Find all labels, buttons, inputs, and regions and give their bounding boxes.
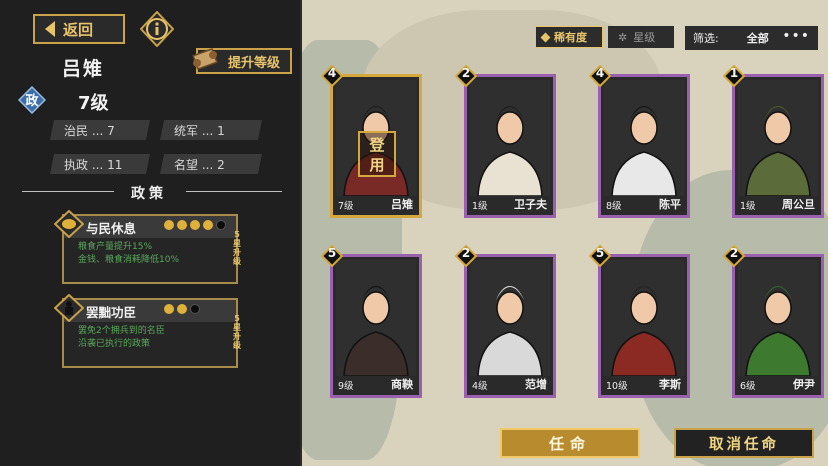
- rarity-value: 5: [595, 246, 605, 260]
- hero-card-level: 1级: [740, 201, 756, 212]
- hero-card[interactable]: 1 1级 周公旦: [723, 65, 824, 218]
- rarity-value: 5: [327, 246, 337, 260]
- hero-detail-panel: 返回 提升等级 吕雉 政 7级 治民 ... 7 统军 ... 1 执政 ...…: [0, 0, 302, 466]
- stat-administration: 执政 ... 11: [50, 154, 150, 174]
- policy-star-upgrade-label: 5星升级: [233, 314, 241, 350]
- rarity-value: 2: [461, 66, 471, 80]
- hero-card[interactable]: 4 8级 陈平: [589, 65, 690, 218]
- stat-military: 统军 ... 1: [160, 120, 262, 140]
- hero-card[interactable]: 2 4级 范增: [455, 245, 556, 398]
- back-button[interactable]: 返回: [33, 14, 125, 44]
- rarity-value: 1: [729, 66, 739, 80]
- dismiss-button[interactable]: 取消任命: [674, 428, 814, 458]
- hero-card-level: 8级: [606, 201, 622, 212]
- policy-desc-line: 金钱、粮食消耗降低10%: [78, 255, 180, 265]
- hero-card-name: 李斯: [659, 378, 681, 391]
- figure-icon: [54, 294, 84, 322]
- policy-card-1[interactable]: 与民休息 粮食产量提升15% 金钱、粮食消耗降低10%: [54, 210, 238, 284]
- back-label: 返回: [63, 20, 94, 39]
- stat-prestige: 名望 ... 2: [160, 154, 262, 174]
- level-dot-empty: [190, 304, 200, 314]
- hero-card[interactable]: 2 1级 卫子夫: [455, 65, 556, 218]
- hero-card-name: 范增: [525, 378, 547, 391]
- level-dot-filled: [164, 304, 174, 314]
- tab-star-level[interactable]: ✲ 星级: [608, 26, 674, 48]
- hero-card-name: 商鞅: [391, 378, 413, 391]
- policy-name: 罢黜功臣: [86, 304, 137, 320]
- star-icon: ✲: [618, 30, 628, 44]
- divider-right: [186, 191, 282, 192]
- filter-value: 全部: [746, 32, 769, 45]
- level-dot-filled: [177, 304, 187, 314]
- policy-desc-line: 罢免2个拥兵到的名臣: [78, 326, 165, 336]
- hero-card-name: 陈平: [659, 198, 681, 211]
- in-use-stamp: 登用: [358, 131, 396, 177]
- tab-rarity-label: 稀有度: [554, 31, 587, 44]
- appoint-button[interactable]: 任命: [500, 428, 640, 458]
- in-use-label: 登用: [369, 136, 385, 174]
- hero-card-level: 4级: [472, 381, 488, 392]
- rarity-value: 4: [327, 66, 337, 80]
- hero-level: 7级: [78, 93, 109, 114]
- filter-label: 筛选:: [693, 32, 719, 45]
- hero-name: 吕雉: [62, 58, 105, 80]
- hero-card-name: 周公旦: [782, 198, 815, 211]
- hero-card-name: 卫子夫: [514, 198, 547, 211]
- hero-card[interactable]: 4 7级 吕雉 登用: [321, 65, 422, 218]
- tab-rarity[interactable]: 稀有度: [535, 26, 603, 48]
- policy-card-2[interactable]: 罢黜功臣 罢免2个拥兵到的名臣 沿袭已执行的政策: [54, 294, 238, 368]
- policy-name: 与民休息: [86, 220, 137, 236]
- rarity-value: 2: [461, 246, 471, 260]
- upgrade-label: 提升等级: [228, 55, 281, 71]
- level-dot-filled: [177, 220, 187, 230]
- diamond-icon: [540, 32, 551, 42]
- hero-portrait: [604, 80, 684, 196]
- level-dot-filled: [164, 220, 174, 230]
- policy-level-dots: [164, 220, 226, 230]
- policy-desc-line: 沿袭已执行的政策: [78, 339, 151, 349]
- back-arrow-icon: [45, 21, 55, 37]
- hero-card-name: 伊尹: [793, 378, 815, 391]
- gov-badge-label: 政: [25, 94, 39, 109]
- hero-card-level: 1级: [472, 201, 488, 212]
- policy-desc-line: 粮食产量提升15%: [78, 242, 153, 252]
- more-options-icon[interactable]: •••: [782, 28, 810, 44]
- policy-star-upgrade-label: 5星升级: [233, 230, 241, 266]
- leaf-icon: [54, 210, 84, 238]
- hero-portrait: [470, 260, 550, 376]
- hero-card-name: 吕雉: [391, 198, 413, 211]
- level-dot-empty: [216, 220, 226, 230]
- scroll-icon: [192, 48, 218, 70]
- rarity-value: 4: [595, 66, 605, 80]
- hero-card[interactable]: 5 9级 商鞅: [321, 245, 422, 398]
- hero-card[interactable]: 2 6级 伊尹: [723, 245, 824, 398]
- policies-title: 政策: [131, 186, 167, 202]
- hero-portrait: [336, 260, 416, 376]
- divider-left: [22, 191, 114, 192]
- hero-card-level: 10级: [606, 381, 628, 392]
- hero-card-level: 7级: [338, 201, 354, 212]
- hero-portrait: [738, 260, 818, 376]
- tab-star-label: 星级: [633, 31, 656, 44]
- info-icon[interactable]: [140, 11, 174, 47]
- filter-dropdown[interactable]: 筛选: 全部 •••: [685, 26, 818, 50]
- hero-card-level: 9级: [338, 381, 354, 392]
- hero-card[interactable]: 5 10级 李斯: [589, 245, 690, 398]
- policy-level-dots: [164, 304, 200, 314]
- level-dot-filled: [203, 220, 213, 230]
- hero-selection-panel: 稀有度 ✲ 星级 筛选: 全部 ••• 4 7级 吕雉 登用 2 1级 卫子夫 4 8级 陈平 1 1…: [302, 0, 828, 466]
- hero-portrait: [470, 80, 550, 196]
- stat-governance: 治民 ... 7: [50, 120, 150, 140]
- level-dot-filled: [190, 220, 200, 230]
- hero-portrait: [604, 260, 684, 376]
- rarity-value: 2: [729, 246, 739, 260]
- hero-portrait: [738, 80, 818, 196]
- hero-card-level: 6级: [740, 381, 756, 392]
